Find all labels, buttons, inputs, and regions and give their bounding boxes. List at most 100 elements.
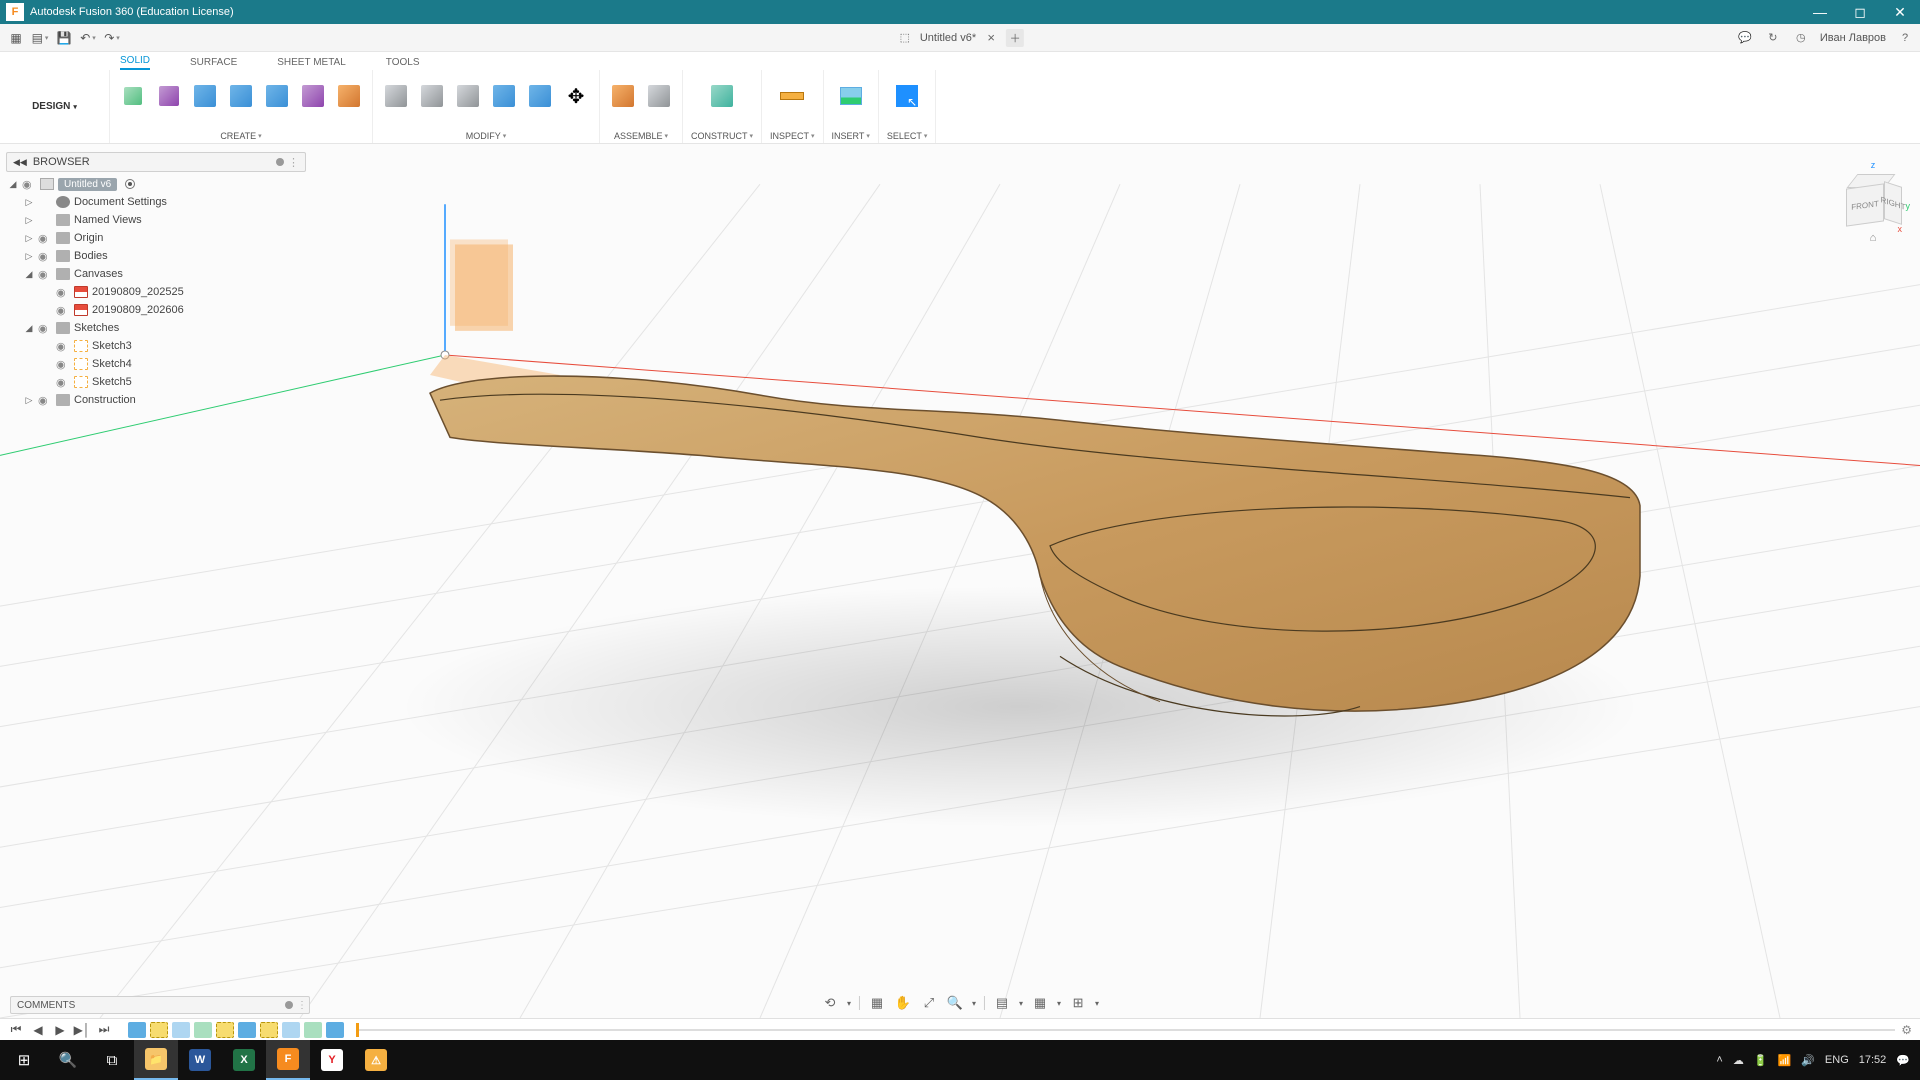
press-pull-tool[interactable] (381, 81, 411, 111)
assemble-menu-label[interactable]: ASSEMBLE (614, 131, 668, 141)
timeline-prev-button[interactable]: ◀ (30, 1023, 46, 1037)
tray-clock[interactable]: 17:52 (1859, 1054, 1887, 1066)
tray-volume-icon[interactable]: 🔊 (1801, 1054, 1815, 1067)
timeline-start-button[interactable]: ⏮ (8, 1022, 24, 1037)
extrude-tool[interactable] (190, 81, 220, 111)
comments-options-icon[interactable] (285, 1001, 293, 1009)
tab-surface[interactable]: SURFACE (190, 55, 237, 70)
taskbar-app-notify[interactable]: ⚠ (354, 1040, 398, 1080)
create-menu-label[interactable]: CREATE (220, 131, 261, 141)
combine-tool[interactable] (525, 81, 555, 111)
zoom-button[interactable]: ⤢ (920, 994, 938, 1012)
redo-button[interactable]: ↷ (102, 28, 122, 48)
tray-network-icon[interactable]: 📶 (1778, 1054, 1792, 1067)
app-menu-button[interactable]: ▦ (6, 28, 26, 48)
hole-tool[interactable] (298, 81, 328, 111)
construct-menu-label[interactable]: CONSTRUCT (691, 131, 753, 141)
tray-language[interactable]: ENG (1825, 1054, 1849, 1066)
sweep-tool[interactable] (262, 81, 292, 111)
look-at-button[interactable]: ▦ (868, 994, 886, 1012)
timeline-feature[interactable] (282, 1022, 300, 1038)
select-menu-label[interactable]: SELECT (887, 131, 928, 141)
start-button[interactable]: ⊞ (2, 1040, 46, 1080)
comments-panel[interactable]: COMMENTS ⋮ (10, 996, 310, 1014)
tree-item-sketches[interactable]: ◢◉Sketches (6, 319, 306, 337)
browser-options-icon[interactable] (276, 158, 284, 166)
timeline-feature[interactable] (216, 1022, 234, 1038)
viewcube-right[interactable]: RIGHT (1884, 181, 1902, 225)
resize-grip-icon[interactable]: ⋮ (297, 1000, 303, 1011)
fillet-tool[interactable] (417, 81, 447, 111)
grid-settings-button[interactable]: ▦ (1031, 994, 1049, 1012)
viewport-layout-button[interactable]: ⊞ (1069, 994, 1087, 1012)
timeline-feature[interactable] (194, 1022, 212, 1038)
new-sketch-tool[interactable] (118, 81, 148, 111)
maximize-button[interactable]: ◻ (1840, 0, 1880, 24)
tree-root[interactable]: ◢◉ Untitled v6 (6, 175, 306, 193)
timeline-end-button[interactable]: ⏭ (96, 1022, 112, 1037)
timeline-track[interactable] (356, 1029, 1895, 1031)
timeline-play-button[interactable]: ▶ (52, 1023, 68, 1037)
move-tool[interactable]: ✥ (561, 81, 591, 111)
viewcube-front[interactable]: FRONT (1846, 183, 1884, 226)
close-tab-button[interactable]: × (982, 29, 1000, 47)
chamfer-tool[interactable] (453, 81, 483, 111)
display-settings-button[interactable]: ▤ (993, 994, 1011, 1012)
pan-button[interactable]: ✋ (894, 994, 912, 1012)
tree-item-canvas-1[interactable]: ◉20190809_202525 (6, 283, 306, 301)
extensions-icon[interactable]: 💬 (1736, 29, 1754, 47)
help-icon[interactable]: ? (1896, 29, 1914, 47)
orbit-button[interactable]: ⟲ (821, 994, 839, 1012)
tray-chevron-icon[interactable]: ˄ (1716, 1054, 1722, 1066)
measure-tool[interactable] (777, 81, 807, 111)
new-component-tool[interactable] (608, 81, 638, 111)
tray-battery-icon[interactable]: 🔋 (1754, 1054, 1768, 1067)
3d-viewport[interactable]: ◀◀ BROWSER ⋮ ◢◉ Untitled v6 ▷Document Se… (0, 144, 1920, 1018)
tab-solid[interactable]: SOLID (120, 53, 150, 70)
timeline-settings-icon[interactable]: ⚙ (1901, 1023, 1912, 1037)
tray-notifications-icon[interactable]: 💬 (1896, 1054, 1910, 1067)
shell-tool[interactable] (489, 81, 519, 111)
loft-tool[interactable] (334, 81, 364, 111)
tree-item-sketch-5[interactable]: ◉Sketch5 (6, 373, 306, 391)
timeline-feature[interactable] (172, 1022, 190, 1038)
activate-radio-icon[interactable] (125, 179, 135, 189)
tree-item-origin[interactable]: ▷◉Origin (6, 229, 306, 247)
revolve-tool[interactable] (226, 81, 256, 111)
collapse-icon[interactable]: ◀◀ (13, 157, 27, 168)
timeline-next-button[interactable]: ▶│ (74, 1023, 90, 1037)
user-name[interactable]: Иван Лавров (1820, 32, 1886, 44)
tree-item-canvases[interactable]: ◢◉Canvases (6, 265, 306, 283)
viewcube[interactable]: z FRONT RIGHT y x ⌂ (1846, 160, 1900, 244)
tree-item-document-settings[interactable]: ▷Document Settings (6, 193, 306, 211)
timeline-feature[interactable] (128, 1022, 146, 1038)
updates-icon[interactable]: ↻ (1764, 29, 1782, 47)
search-button[interactable]: 🔍 (46, 1040, 90, 1080)
modify-menu-label[interactable]: MODIFY (466, 131, 507, 141)
undo-button[interactable]: ↶ (78, 28, 98, 48)
close-button[interactable]: ✕ (1880, 0, 1920, 24)
tree-item-sketch-3[interactable]: ◉Sketch3 (6, 337, 306, 355)
browser-header[interactable]: ◀◀ BROWSER ⋮ (6, 152, 306, 172)
timeline-feature[interactable] (304, 1022, 322, 1038)
tree-item-construction[interactable]: ▷◉Construction (6, 391, 306, 409)
timeline-feature[interactable] (326, 1022, 344, 1038)
tree-item-canvas-2[interactable]: ◉20190809_202606 (6, 301, 306, 319)
tree-item-named-views[interactable]: ▷Named Views (6, 211, 306, 229)
taskbar-app-yandex[interactable]: Y (310, 1040, 354, 1080)
task-view-button[interactable]: ⧉ (90, 1040, 134, 1080)
construct-plane-tool[interactable] (707, 81, 737, 111)
taskbar-app-word[interactable]: W (178, 1040, 222, 1080)
timeline-feature[interactable] (238, 1022, 256, 1038)
tab-tools[interactable]: TOOLS (386, 55, 420, 70)
tree-item-sketch-4[interactable]: ◉Sketch4 (6, 355, 306, 373)
tray-cloud-icon[interactable]: ☁ (1733, 1054, 1744, 1067)
timeline-feature[interactable] (260, 1022, 278, 1038)
joint-tool[interactable] (644, 81, 674, 111)
file-menu[interactable]: ▤ (30, 28, 50, 48)
workspace-selector[interactable]: DESIGN▾ (0, 70, 110, 143)
timeline-feature[interactable] (150, 1022, 168, 1038)
taskbar-app-explorer[interactable]: 📁 (134, 1040, 178, 1080)
select-tool[interactable] (892, 81, 922, 111)
insert-menu-label[interactable]: INSERT (832, 131, 870, 141)
